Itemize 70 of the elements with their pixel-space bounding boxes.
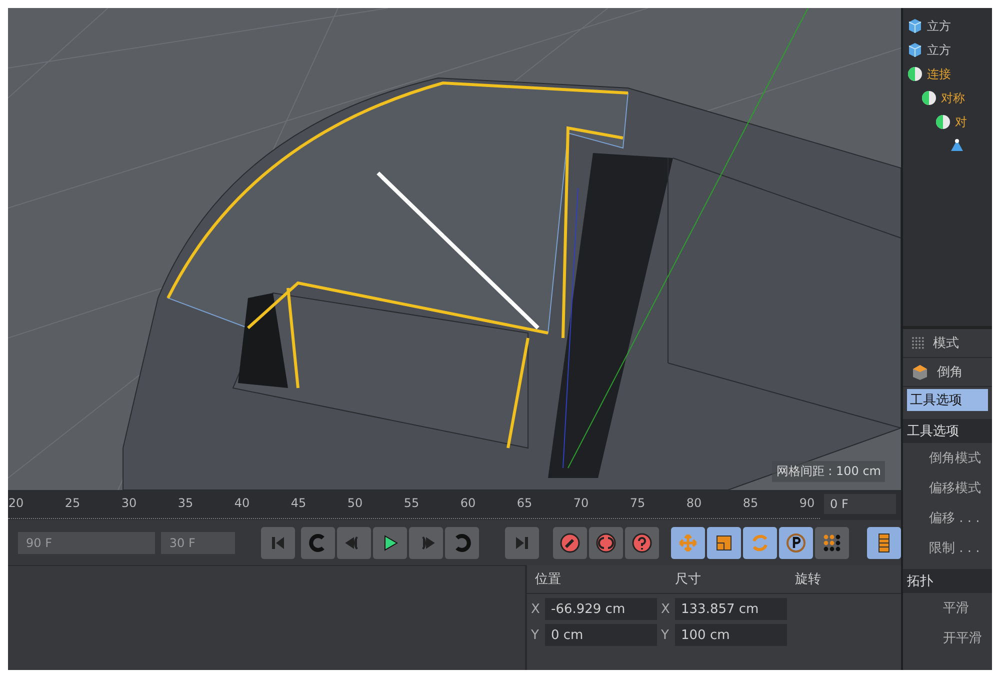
column-heading: 旋转 xyxy=(795,571,822,588)
sphere-icon xyxy=(907,66,923,82)
property-label: 限制 . . . xyxy=(928,540,981,558)
frame-number: 70 xyxy=(573,496,589,510)
parameter-icon xyxy=(786,532,806,552)
property-label: 偏移 . . . xyxy=(928,510,981,528)
size-field[interactable]: 100 cm xyxy=(675,624,787,646)
sphere-icon xyxy=(921,90,937,106)
position-field[interactable]: -66.929 cm xyxy=(545,598,657,620)
frame-number: 65 xyxy=(516,496,532,510)
frame-number: 75 xyxy=(630,496,646,510)
position-field[interactable]: 0 cm xyxy=(545,624,657,646)
object-name[interactable]: 立方 xyxy=(927,18,951,34)
grid-spacing-label: 网格间距 : 100 cm xyxy=(772,461,885,482)
bevel-tool-icon xyxy=(911,363,929,381)
object-name[interactable]: 立方 xyxy=(927,42,951,58)
axis-label: Y xyxy=(531,628,540,642)
mode-menu[interactable]: 模式 xyxy=(933,334,959,352)
object-name[interactable]: 连接 xyxy=(927,66,951,82)
3d-viewport[interactable]: 网格间距 : 100 cm xyxy=(8,8,901,490)
frame-number: 25 xyxy=(64,496,80,510)
record-button[interactable] xyxy=(589,526,623,558)
object-name[interactable]: 对称 xyxy=(941,90,965,106)
sphere-icon xyxy=(935,114,951,130)
property-label: 倒角模式 xyxy=(928,450,982,468)
frame-number: 35 xyxy=(178,496,194,510)
frame-number: 55 xyxy=(404,496,420,510)
frame-number: 85 xyxy=(742,496,758,510)
cube-icon xyxy=(907,18,923,34)
frame-number: 45 xyxy=(290,496,306,510)
timeline-button[interactable] xyxy=(867,526,901,558)
frame-number: 40 xyxy=(234,496,250,510)
move-icon xyxy=(678,532,698,552)
object-name[interactable]: 对 xyxy=(955,114,967,130)
column-heading: 位置 xyxy=(535,571,562,588)
axis-label: X xyxy=(531,602,541,616)
tool-name: 倒角 xyxy=(937,364,963,381)
key-tool-button[interactable] xyxy=(815,526,849,558)
record-button[interactable] xyxy=(553,526,587,558)
property-label: 开平滑 xyxy=(942,630,983,648)
triangle-icon xyxy=(949,138,965,154)
frame-number: 50 xyxy=(347,496,363,510)
frame-number: 80 xyxy=(686,496,702,510)
size-field[interactable]: 133.857 cm xyxy=(675,598,787,620)
property-label: 偏移模式 xyxy=(928,480,982,498)
cube-icon xyxy=(907,42,923,58)
timeline-ruler[interactable]: 20 25 30 35 40 45 50 55 60 65 70 75 80 85 90 xyxy=(8,490,820,519)
axis-label: X xyxy=(661,602,671,616)
key-tool-button[interactable] xyxy=(779,526,813,558)
current-frame-field[interactable]: 0 F xyxy=(824,494,896,514)
section-heading: 拓扑 xyxy=(903,569,992,593)
help-icon xyxy=(632,532,652,552)
property-label: 平滑 xyxy=(942,600,970,618)
key-icon xyxy=(560,532,580,552)
dot-grid-icon xyxy=(822,532,842,552)
cycle-icon xyxy=(596,532,616,552)
frame-number: 90 xyxy=(799,496,815,510)
section-heading: 工具选项 xyxy=(903,419,992,443)
grip-icon xyxy=(911,336,925,350)
attribute-tab[interactable]: 工具选项 xyxy=(907,389,988,411)
scale-icon xyxy=(714,532,734,552)
transport-button[interactable] xyxy=(373,526,407,558)
frame-number: 30 xyxy=(121,496,137,510)
column-heading: 尺寸 xyxy=(675,571,702,588)
frame-number: 20 xyxy=(8,496,24,510)
axis-label: Y xyxy=(661,628,670,642)
key-tool-button[interactable] xyxy=(707,526,741,558)
rotate-icon xyxy=(750,532,770,552)
frame-number: 60 xyxy=(460,496,476,510)
record-button[interactable] xyxy=(625,526,659,558)
